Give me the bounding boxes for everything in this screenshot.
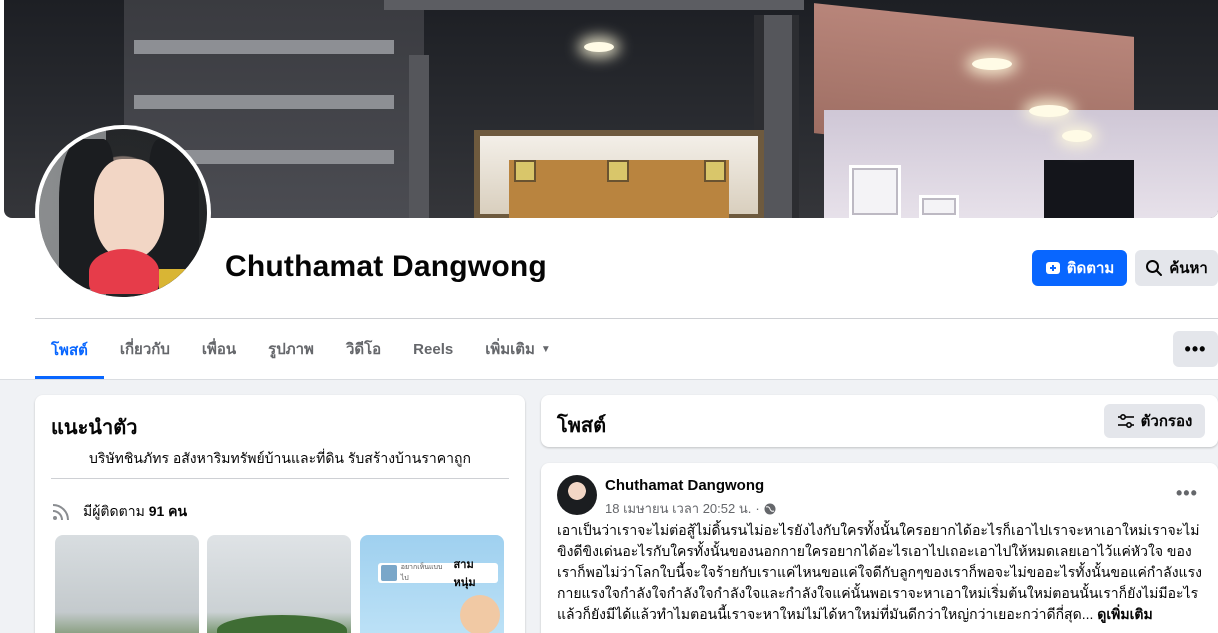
- rss-icon: [52, 504, 69, 521]
- post-card: Chuthamat Dangwong 18 เมษายน เวลา 20:52 …: [541, 463, 1218, 633]
- follow-icon: [1045, 262, 1060, 274]
- photo-small-text: อยากเห็นแบบไป: [400, 564, 443, 582]
- tab-posts[interactable]: โพสต์: [35, 320, 104, 379]
- followers-count[interactable]: 91: [149, 503, 165, 519]
- followers-prefix: มีผู้ติดตาม: [83, 503, 145, 519]
- filter-button[interactable]: ตัวกรอง: [1104, 404, 1205, 438]
- tab-about[interactable]: เกี่ยวกับ: [104, 320, 186, 378]
- intro-photo-3[interactable]: อยากเห็นแบบไป สามหนุ่ม: [360, 535, 504, 633]
- see-more-link[interactable]: ดูเพิ่มเติม: [1097, 606, 1152, 622]
- post-avatar[interactable]: [557, 475, 597, 515]
- post-timestamp[interactable]: 18 เมษายน เวลา 20:52 น.: [605, 498, 751, 519]
- tab-label: เพื่อน: [201, 341, 237, 358]
- globe-icon: [764, 503, 776, 514]
- followers-row: มีผู้ติดตาม 91 คน: [51, 501, 187, 523]
- tab-label: เพิ่มเติม: [485, 341, 535, 358]
- follow-label: ติดตาม: [1066, 260, 1115, 277]
- post-meta: 18 เมษายน เวลา 20:52 น. ·: [605, 498, 776, 519]
- profile-tabs: โพสต์ เกี่ยวกับ เพื่อน รูปภาพ วิดีโอ Ree…: [35, 320, 567, 380]
- tab-label: เกี่ยวกับ: [119, 341, 170, 358]
- profile-header: Chuthamat Dangwong ติดตาม ค้นหา โพสต์ เก…: [0, 0, 1218, 380]
- tab-videos[interactable]: วิดีโอ: [330, 320, 397, 378]
- intro-bio: บริษัทชินภัทร อสังหาริมทรัพย์บ้านและที่ด…: [89, 450, 471, 466]
- post-text: เอาเป็นว่าเราจะไม่ต่อสู้ไม่ดิ้นรนไม่อะไร…: [557, 520, 1205, 625]
- followers-suffix: คน: [168, 503, 188, 519]
- intro-card: แนะนำตัว บริษัทชินภัทร อสังหาริมทรัพย์บ้…: [35, 395, 525, 633]
- photo-tag: สามหนุ่ม: [453, 559, 476, 589]
- post-menu-button[interactable]: •••: [1176, 483, 1198, 504]
- tab-label: โพสต์: [51, 341, 88, 359]
- search-label: ค้นหา: [1169, 260, 1208, 277]
- caret-down-icon: ▼: [540, 343, 551, 355]
- profile-avatar[interactable]: [35, 125, 211, 301]
- filter-label: ตัวกรอง: [1140, 413, 1193, 430]
- intro-photo-2[interactable]: [207, 535, 351, 633]
- more-options-button[interactable]: •••: [1173, 331, 1218, 367]
- search-icon: [1146, 260, 1163, 276]
- search-button[interactable]: ค้นหา: [1135, 250, 1218, 286]
- tab-photos[interactable]: รูปภาพ: [252, 320, 330, 378]
- posts-title: โพสต์: [557, 415, 607, 437]
- intro-divider: [51, 478, 509, 479]
- more-dots-icon: •••: [1184, 338, 1207, 359]
- posts-header-card: โพสต์ ตัวกรอง: [541, 395, 1218, 447]
- post-author[interactable]: Chuthamat Dangwong: [605, 477, 764, 494]
- meta-separator: ·: [755, 501, 760, 516]
- tab-reels[interactable]: Reels: [397, 320, 469, 378]
- intro-photo-1[interactable]: [55, 535, 199, 633]
- tab-label: รูปภาพ: [268, 341, 314, 358]
- follow-button[interactable]: ติดตาม: [1032, 250, 1127, 286]
- tab-more[interactable]: เพิ่มเติม ▼: [469, 320, 567, 378]
- intro-title: แนะนำตัว: [51, 417, 138, 439]
- filter-icon: [1117, 413, 1134, 429]
- tab-label: วิดีโอ: [345, 341, 382, 358]
- tab-label: Reels: [413, 340, 454, 358]
- header-divider: [35, 318, 1218, 319]
- tab-friends[interactable]: เพื่อน: [186, 320, 252, 378]
- profile-name: Chuthamat Dangwong: [225, 250, 547, 283]
